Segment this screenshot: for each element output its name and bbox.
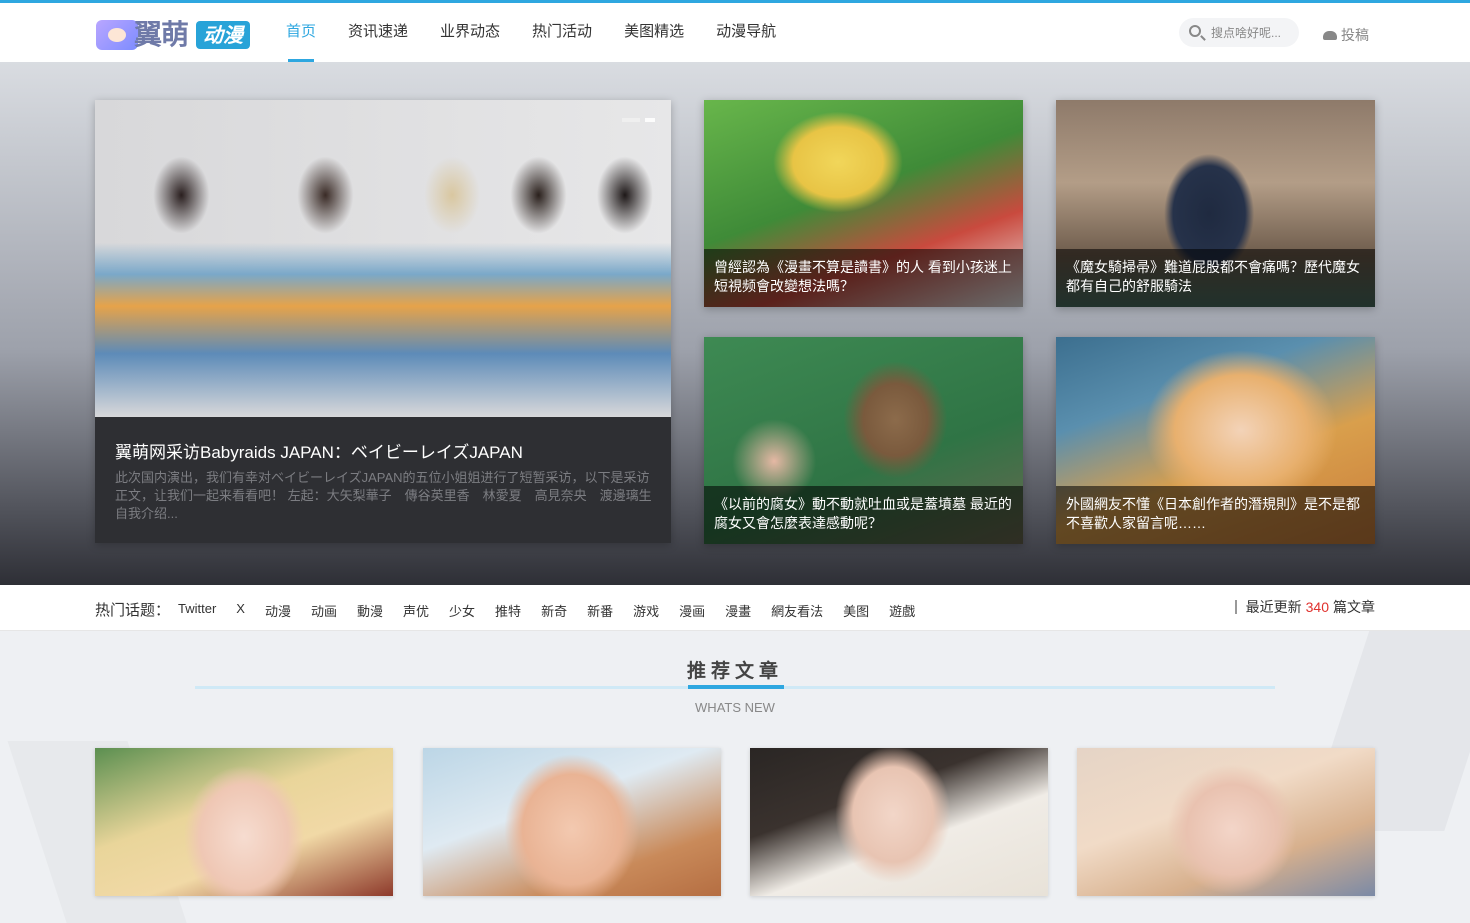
article-card-title[interactable]: 曾經認為《漫畫不算是讀書》的人 看到小孩迷上短視频會改變想法嗎？	[704, 249, 1023, 307]
hero-section: 翼萌网采访Babyraids JAPAN：ベイビーレイズJAPAN 此次国内演出…	[0, 62, 1470, 585]
nav-item-navigation[interactable]: 动漫导航	[716, 3, 776, 62]
recommended-subtitle: WHATS NEW	[695, 700, 775, 715]
logo-text-badge: 动漫	[196, 21, 250, 49]
submit-article-button[interactable]: 投稿	[1323, 25, 1369, 45]
search-box	[1179, 18, 1299, 47]
topic-tag[interactable]: 網友看法	[771, 601, 823, 620]
site-logo[interactable]: 翼萌 动漫	[96, 18, 252, 52]
hot-topics-label: 热门话题：	[95, 602, 171, 619]
topic-tag[interactable]: X	[236, 601, 245, 620]
topic-tag[interactable]: Twitter	[178, 601, 216, 620]
submit-label: 投稿	[1341, 27, 1369, 43]
recent-updates-count: 最近更新 340 篇文章	[1234, 599, 1375, 615]
topic-tag[interactable]: 动漫	[265, 601, 291, 620]
topic-tag[interactable]: 漫畫	[725, 601, 751, 620]
topic-tag[interactable]: 美图	[843, 601, 869, 620]
topic-tag[interactable]: 游戏	[633, 601, 659, 620]
logo-text-primary: 翼萌	[134, 18, 189, 51]
topic-tag[interactable]: 新番	[587, 601, 613, 620]
nav-item-gallery[interactable]: 美图精选	[624, 3, 684, 62]
article-card-title[interactable]: 《以前的腐女》動不動就吐血或是蓋墳墓 最近的腐女又會怎麼表達感動呢？	[704, 486, 1023, 544]
recommended-article-thumbnail[interactable]	[750, 748, 1048, 896]
article-card[interactable]: 外國網友不懂《日本創作者的潛規則》是不是都不喜歡人家留言呢……	[1056, 337, 1375, 544]
recent-suffix: 篇文章	[1333, 599, 1375, 615]
topic-tag[interactable]: 動漫	[357, 601, 383, 620]
recommended-article-thumbnail[interactable]	[423, 748, 721, 896]
section-divider-accent	[688, 685, 784, 689]
featured-article-card[interactable]: 翼萌网采访Babyraids JAPAN：ベイビーレイズJAPAN 此次国内演出…	[95, 100, 671, 543]
article-card[interactable]: 《魔女騎掃帚》難道屁股都不會痛嗎？歷代魔女都有自己的舒服騎法	[1056, 100, 1375, 307]
carousel-indicators	[622, 118, 655, 122]
recommended-article-thumbnail[interactable]	[95, 748, 393, 896]
featured-article-title[interactable]: 翼萌网采访Babyraids JAPAN：ベイビーレイズJAPAN	[115, 438, 655, 463]
topic-tag[interactable]: 少女	[449, 601, 475, 620]
topic-tag[interactable]: 漫画	[679, 601, 705, 620]
search-icon[interactable]	[1189, 25, 1201, 37]
site-header: 翼萌 动漫 首页 资讯速递 业界动态 热门活动 美图精选 动漫导航 投稿	[0, 0, 1470, 62]
featured-article-description: 此次国内演出，我们有幸对ベイビーレイズJAPAN的五位小姐姐进行了短暂采访，以下…	[115, 470, 652, 521]
hot-topics-tags: Twitter X 动漫 动画 動漫 声优 少女 推特 新奇 新番 游戏 漫画 …	[178, 601, 935, 620]
logo-mascot-icon	[96, 20, 138, 50]
topic-tag[interactable]: 声优	[403, 601, 429, 620]
nav-item-events[interactable]: 热门活动	[532, 3, 592, 62]
article-card-title[interactable]: 《魔女騎掃帚》難道屁股都不會痛嗎？歷代魔女都有自己的舒服騎法	[1056, 249, 1375, 307]
article-card[interactable]: 曾經認為《漫畫不算是讀書》的人 看到小孩迷上短視频會改變想法嗎？	[704, 100, 1023, 307]
search-input[interactable]	[1211, 22, 1295, 43]
hot-topics-bar: 热门话题： Twitter X 动漫 动画 動漫 声优 少女 推特 新奇 新番 …	[0, 585, 1470, 631]
topic-tag[interactable]: 推特	[495, 601, 521, 620]
nav-item-news[interactable]: 资讯速递	[348, 3, 408, 62]
nav-item-home[interactable]: 首页	[286, 3, 316, 62]
recommended-article-thumbnail[interactable]	[1077, 748, 1375, 896]
recent-prefix: 最近更新	[1245, 599, 1302, 615]
nav-item-industry[interactable]: 业界动态	[440, 3, 500, 62]
carousel-dot[interactable]	[622, 118, 640, 122]
topic-tag[interactable]: 遊戲	[889, 601, 915, 620]
carousel-dot[interactable]	[645, 118, 655, 122]
main-nav: 首页 资讯速递 业界动态 热门活动 美图精选 动漫导航	[286, 3, 808, 62]
cloud-upload-icon	[1323, 30, 1337, 40]
recommended-title: 推荐文章	[686, 661, 783, 682]
recent-count: 340	[1305, 599, 1329, 615]
article-card-title[interactable]: 外國網友不懂《日本創作者的潛規則》是不是都不喜歡人家留言呢……	[1056, 486, 1375, 544]
article-card[interactable]: 《以前的腐女》動不動就吐血或是蓋墳墓 最近的腐女又會怎麼表達感動呢？	[704, 337, 1023, 544]
featured-article-image	[95, 100, 671, 417]
topic-tag[interactable]: 新奇	[541, 601, 567, 620]
topic-tag[interactable]: 动画	[311, 601, 337, 620]
